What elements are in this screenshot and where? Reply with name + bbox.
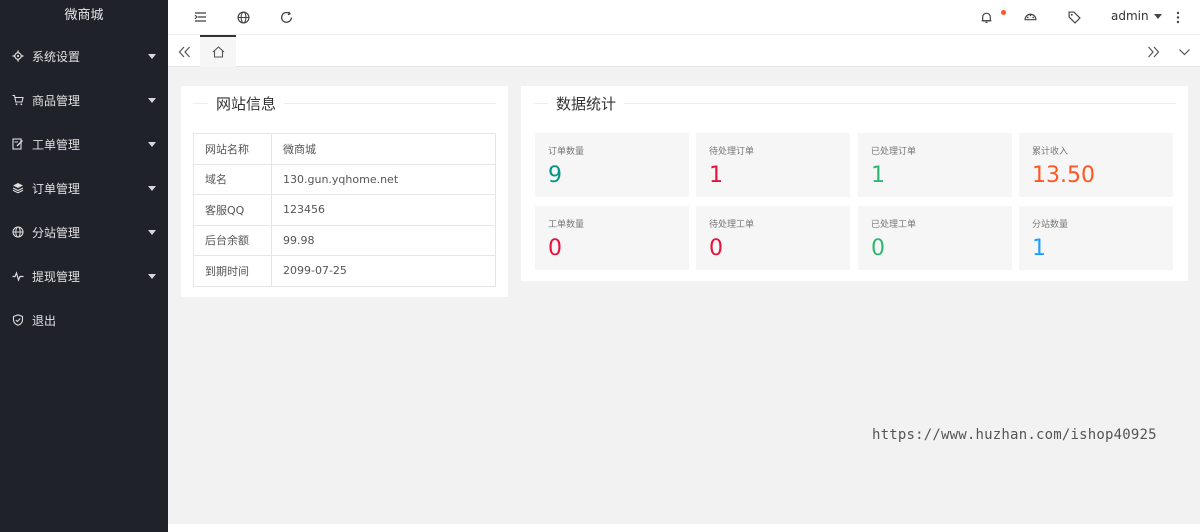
sidebar-item-label: 工单管理 bbox=[32, 137, 81, 152]
stat-label: 累计收入 bbox=[1032, 147, 1069, 157]
stat-label: 分站数量 bbox=[1032, 220, 1069, 230]
sidebar-item-label: 退出 bbox=[32, 313, 57, 328]
top-header: admin bbox=[168, 0, 1200, 34]
card-title: 网站信息 bbox=[208, 93, 285, 114]
divider bbox=[533, 103, 1176, 104]
site-info-table: 网站名称 微商城 域名 130.gun.yqhome.net 客服QQ 1234… bbox=[193, 133, 496, 287]
shield-icon bbox=[11, 313, 25, 327]
home-icon bbox=[212, 46, 225, 58]
globe-icon[interactable] bbox=[235, 9, 251, 25]
layers-icon bbox=[11, 181, 25, 195]
stat-label: 工单数量 bbox=[548, 220, 585, 230]
row-key: 后台余额 bbox=[193, 224, 272, 256]
refresh-icon[interactable] bbox=[278, 9, 294, 25]
scroll-right-icon[interactable] bbox=[1145, 44, 1161, 60]
bell-icon[interactable] bbox=[978, 9, 994, 25]
globe-icon bbox=[11, 225, 25, 239]
pulse-icon bbox=[11, 269, 25, 283]
card-title: 数据统计 bbox=[548, 93, 625, 114]
row-key: 到期时间 bbox=[193, 255, 272, 287]
stat-value: 0 bbox=[871, 236, 885, 261]
stat-value: 13.50 bbox=[1032, 163, 1095, 188]
stat-pending-orders: 待处理订单 1 bbox=[696, 133, 850, 197]
stat-processed-orders: 已处理订单 1 bbox=[858, 133, 1012, 197]
sidebar-item-logout[interactable]: 退出 bbox=[0, 298, 168, 342]
stat-ticket-count: 工单数量 0 bbox=[535, 206, 689, 270]
stat-label: 订单数量 bbox=[548, 147, 585, 157]
sidebar-item-label: 提现管理 bbox=[32, 269, 81, 284]
sidebar-item-label: 系统设置 bbox=[32, 49, 81, 64]
tab-home[interactable] bbox=[200, 35, 236, 67]
gear-icon bbox=[11, 49, 25, 63]
edit-icon bbox=[11, 137, 25, 151]
table-row: 客服QQ 123456 bbox=[193, 194, 496, 226]
row-key: 网站名称 bbox=[193, 133, 272, 165]
sidebar: 微商城 系统设置 商品管理 工单管理 订单管理 分站管理 提现管理 退出 bbox=[0, 0, 168, 532]
menu-toggle-icon[interactable] bbox=[192, 9, 208, 25]
watermark: https://www.huzhan.com/ishop40925 bbox=[872, 427, 1157, 443]
chevron-down-icon bbox=[148, 54, 156, 59]
sidebar-item-label: 分站管理 bbox=[32, 225, 81, 240]
table-row: 后台余额 99.98 bbox=[193, 224, 496, 256]
table-row: 网站名称 微商城 bbox=[193, 133, 496, 165]
theme-icon[interactable] bbox=[1022, 9, 1038, 25]
row-value: 微商城 bbox=[271, 133, 496, 165]
row-value: 130.gun.yqhome.net bbox=[271, 163, 496, 195]
tab-dropdown-icon[interactable] bbox=[1176, 44, 1192, 60]
sidebar-item-system-settings[interactable]: 系统设置 bbox=[0, 34, 168, 78]
sidebar-item-label: 订单管理 bbox=[32, 181, 81, 196]
row-key: 客服QQ bbox=[193, 194, 272, 226]
chevron-down-icon bbox=[148, 186, 156, 191]
cart-icon bbox=[11, 93, 25, 107]
row-key: 域名 bbox=[193, 163, 272, 195]
more-icon[interactable] bbox=[1170, 9, 1186, 25]
table-row: 到期时间 2099-07-25 bbox=[193, 255, 496, 287]
footer bbox=[168, 524, 1200, 532]
chevron-down-icon bbox=[148, 230, 156, 235]
stat-processed-tickets: 已处理工单 0 bbox=[858, 206, 1012, 270]
stat-value: 1 bbox=[709, 163, 723, 188]
chevron-down-icon bbox=[1153, 13, 1162, 19]
row-value: 123456 bbox=[271, 194, 496, 226]
stat-total-income: 累计收入 13.50 bbox=[1019, 133, 1173, 197]
sidebar-item-withdrawals[interactable]: 提现管理 bbox=[0, 254, 168, 298]
chevron-down-icon bbox=[148, 98, 156, 103]
chevron-down-icon bbox=[148, 274, 156, 279]
stat-pending-tickets: 待处理工单 0 bbox=[696, 206, 850, 270]
stat-substation-count: 分站数量 1 bbox=[1019, 206, 1173, 270]
sidebar-item-products[interactable]: 商品管理 bbox=[0, 78, 168, 122]
app-logo: 微商城 bbox=[64, 8, 104, 23]
scroll-left-icon[interactable] bbox=[176, 44, 192, 60]
sidebar-item-substations[interactable]: 分站管理 bbox=[0, 210, 168, 254]
stat-order-count: 订单数量 9 bbox=[535, 133, 689, 197]
stat-label: 已处理订单 bbox=[871, 147, 917, 157]
tabs-bar bbox=[168, 34, 1200, 67]
stat-label: 待处理工单 bbox=[709, 220, 755, 230]
sidebar-item-label: 商品管理 bbox=[32, 93, 81, 108]
sidebar-item-orders[interactable]: 订单管理 bbox=[0, 166, 168, 210]
chevron-down-icon bbox=[148, 142, 156, 147]
stat-label: 已处理工单 bbox=[871, 220, 917, 230]
stats-card: 数据统计 订单数量 9 待处理订单 1 已处理订单 1 累计收入 13.50 工… bbox=[521, 86, 1188, 281]
username: admin bbox=[1111, 9, 1149, 23]
stat-value: 1 bbox=[871, 163, 885, 188]
table-row: 域名 130.gun.yqhome.net bbox=[193, 163, 496, 195]
stat-value: 9 bbox=[548, 163, 562, 188]
row-value: 2099-07-25 bbox=[271, 255, 496, 287]
stat-value: 0 bbox=[548, 236, 562, 261]
notification-dot bbox=[1001, 10, 1006, 15]
stat-value: 1 bbox=[1032, 236, 1046, 261]
stat-value: 0 bbox=[709, 236, 723, 261]
sidebar-item-tickets[interactable]: 工单管理 bbox=[0, 122, 168, 166]
stat-label: 待处理订单 bbox=[709, 147, 755, 157]
user-menu[interactable]: admin bbox=[1111, 9, 1162, 23]
site-info-card: 网站信息 网站名称 微商城 域名 130.gun.yqhome.net 客服QQ… bbox=[181, 86, 508, 297]
row-value: 99.98 bbox=[271, 224, 496, 256]
tag-icon[interactable] bbox=[1066, 9, 1082, 25]
